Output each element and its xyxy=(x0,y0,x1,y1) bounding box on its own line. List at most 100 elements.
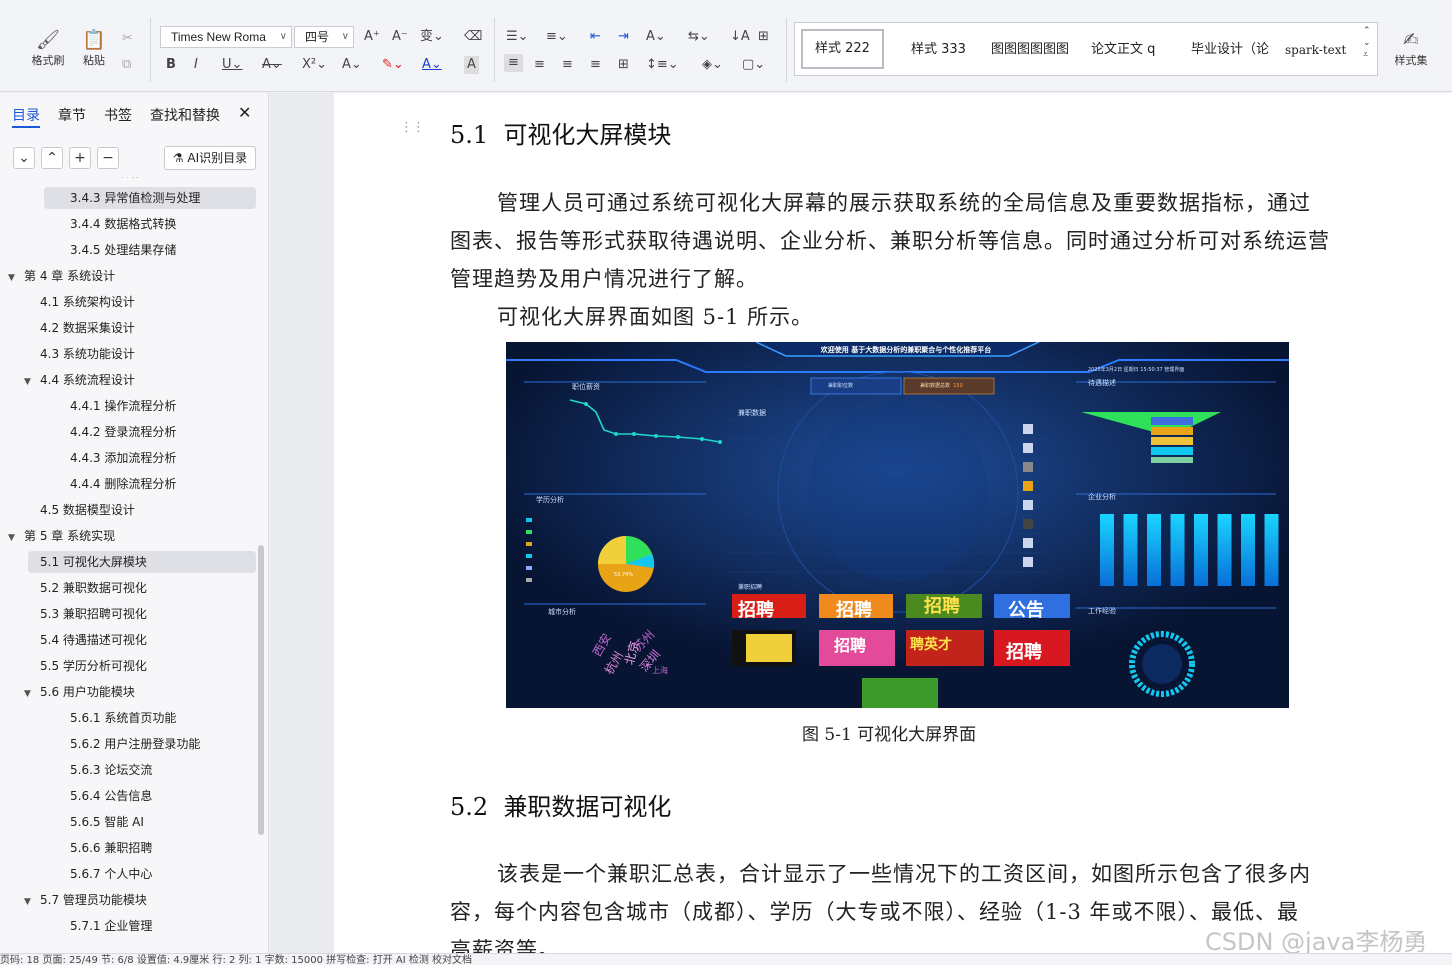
toc-item[interactable]: 5.7.1 企业管理 xyxy=(70,915,152,937)
style-gallery: 样式 222 样式 333 图图图图图图 论文正文 q 毕业设计（论 spark… xyxy=(794,22,1378,76)
toc-item[interactable]: ▼ 4.4 系统流程设计 xyxy=(24,369,135,391)
caret-down-icon[interactable]: ▼ xyxy=(24,891,36,913)
char-shading-icon[interactable]: A xyxy=(464,56,479,74)
tab-toc[interactable]: 目录 xyxy=(12,105,40,125)
panel-title-exp: 工作经验 xyxy=(1088,607,1116,615)
align-right-icon[interactable]: ≡ xyxy=(562,56,573,74)
bullet-list-icon[interactable]: ☰⌄ xyxy=(506,28,529,46)
toc-item[interactable]: 5.6.3 论坛交流 xyxy=(70,759,152,781)
shading-icon[interactable]: ◈⌄ xyxy=(702,56,723,74)
tab-bookmarks[interactable]: 书签 xyxy=(104,105,132,125)
toc-item[interactable]: 5.6.2 用户注册登录功能 xyxy=(70,733,200,755)
borders-icon[interactable]: ▢⌄ xyxy=(742,56,765,74)
copy-icon[interactable]: ⧉ xyxy=(122,56,131,74)
caret-down-icon[interactable]: ▼ xyxy=(8,527,20,549)
style-item[interactable]: 样式 333 xyxy=(911,32,966,68)
format-painter-button[interactable]: 🖌 格式刷 xyxy=(28,28,68,68)
toc-item-label: 5.7.1 企业管理 xyxy=(70,919,153,933)
style-item[interactable]: 毕业设计（论 xyxy=(1191,32,1269,68)
collapse-up-button[interactable]: ⌃ xyxy=(41,147,63,169)
style-item[interactable]: spark-text xyxy=(1285,32,1346,68)
cut-icon[interactable]: ✂ xyxy=(122,30,133,48)
toc-item[interactable]: 5.4 待遇描述可视化 xyxy=(40,629,147,651)
toc-item[interactable]: 4.2 数据采集设计 xyxy=(40,317,135,339)
panel-title-edu: 学历分析 xyxy=(536,496,564,504)
expand-down-button[interactable]: ⌄ xyxy=(13,147,35,169)
remove-heading-button[interactable]: − xyxy=(97,147,119,169)
font-name-select[interactable]: Times New Roma ∨ xyxy=(160,26,292,48)
clear-format-icon[interactable]: ⌫ xyxy=(464,28,482,46)
toc-item[interactable]: 4.1 系统架构设计 xyxy=(40,291,135,313)
font-size-select[interactable]: 四号 ∨ xyxy=(294,26,354,48)
toc-item[interactable]: 3.4.4 数据格式转换 xyxy=(70,213,176,235)
toc-item[interactable]: 5.6.6 兼职招聘 xyxy=(70,837,152,859)
toc-item[interactable]: 5.6.4 公告信息 xyxy=(70,785,152,807)
toc-item[interactable]: 4.4.4 删除流程分析 xyxy=(70,473,176,495)
ai-toc-button[interactable]: ⚗ AI识别目录 xyxy=(164,146,256,170)
text-effect-icon[interactable]: A⌄ xyxy=(342,56,362,74)
toc-item[interactable]: ▼ 5.6 用户功能模块 xyxy=(24,681,135,703)
superscript-icon[interactable]: X²⌄ xyxy=(302,56,327,74)
decrease-indent-icon[interactable]: ⇤ xyxy=(590,28,601,46)
paste-button[interactable]: 📋 粘贴 xyxy=(76,28,112,68)
highlight-color-icon[interactable]: ✎⌄ xyxy=(382,56,404,74)
toc-item[interactable]: ▼ 第 5 章 系统实现 xyxy=(8,525,115,547)
toc-item[interactable]: 4.4.2 登录流程分析 xyxy=(70,421,176,443)
style-set-label: 样式集 xyxy=(1394,54,1428,67)
toc-item[interactable]: 5.2 兼职数据可视化 xyxy=(40,577,147,599)
toc-item[interactable]: 5.6.1 系统首页功能 xyxy=(70,707,176,729)
increase-indent-icon[interactable]: ⇥ xyxy=(618,28,629,46)
toc-item[interactable]: 3.4.2 数据清洗 xyxy=(70,177,152,183)
align-center-icon[interactable]: ≡ xyxy=(534,56,545,74)
toc-item[interactable]: ▼ 5.7 管理员功能模块 xyxy=(24,889,147,911)
close-icon[interactable]: ✕ xyxy=(238,103,251,122)
caret-down-icon[interactable]: ▼ xyxy=(8,267,20,289)
phonetic-guide-icon[interactable]: 变⌄ xyxy=(420,28,444,46)
toc-item[interactable]: 3.4.3 异常值检测与处理 xyxy=(44,187,256,209)
sort-icon[interactable]: ↓A xyxy=(730,28,750,46)
recruit-card-label: 招聘 xyxy=(1006,642,1042,663)
add-heading-button[interactable]: + xyxy=(69,147,91,169)
bold-icon[interactable]: B xyxy=(166,56,176,74)
distributed-icon[interactable]: ⊞ xyxy=(618,56,629,74)
recruit-card-label: 招聘 xyxy=(834,636,867,655)
number-list-icon[interactable]: ≡⌄ xyxy=(546,28,568,46)
drag-handle-icon[interactable]: ⋮⋮ xyxy=(400,120,425,135)
justify-icon[interactable]: ≡ xyxy=(590,56,601,74)
style-set-icon: ✍ xyxy=(1403,29,1419,51)
style-item[interactable]: 论文正文 q xyxy=(1091,32,1155,68)
underline-icon[interactable]: U⌄ xyxy=(222,56,242,74)
caret-down-icon[interactable]: ▼ xyxy=(24,683,36,705)
style-item[interactable]: 图图图图图图 xyxy=(991,32,1069,68)
tab-chapters[interactable]: 章节 xyxy=(58,105,86,125)
city-wordcloud: 西安 杭州 北京 苏州 深圳 上海 xyxy=(590,628,680,688)
line-break-icon[interactable]: ⇆⌄ xyxy=(688,28,710,46)
line-spacing-icon[interactable]: ↕≡⌄ xyxy=(646,56,679,74)
text-direction-icon[interactable]: A⌄ xyxy=(646,28,666,46)
grow-font-icon[interactable]: A⁺ xyxy=(364,28,380,46)
toc-item[interactable]: 4.5 数据模型设计 xyxy=(40,499,135,521)
tab-find-replace[interactable]: 查找和替换 xyxy=(150,105,220,125)
toc-item[interactable]: 4.4.1 操作流程分析 xyxy=(70,395,176,417)
toc-item[interactable]: 5.6.7 个人中心 xyxy=(70,863,152,885)
strikethrough-icon[interactable]: A⌄ xyxy=(262,56,282,74)
font-color-icon[interactable]: A⌄ xyxy=(422,56,442,74)
toc-item[interactable]: 5.6.5 智能 AI xyxy=(70,811,144,833)
toc-item[interactable]: 5.1 可视化大屏模块 xyxy=(28,551,256,573)
show-marks-icon[interactable]: ⊞ xyxy=(758,28,769,46)
toc-item[interactable]: ▼ 第 4 章 系统设计 xyxy=(8,265,115,287)
toc-item[interactable]: 5.3 兼职招聘可视化 xyxy=(40,603,147,625)
toc-item[interactable]: 4.3 系统功能设计 xyxy=(40,343,135,365)
italic-icon[interactable]: I xyxy=(194,56,198,74)
toc-item[interactable]: 4.4.3 添加流程分析 xyxy=(70,447,176,469)
paintbrush-icon: 🖌 xyxy=(35,29,61,51)
style-item[interactable]: 样式 222 xyxy=(801,29,884,69)
caret-down-icon[interactable]: ▼ xyxy=(24,371,36,393)
align-left-icon[interactable]: ≡ xyxy=(504,54,523,72)
toc-item[interactable]: 5.5 学历分析可视化 xyxy=(40,655,147,677)
style-set-button[interactable]: ✍ 样式集 xyxy=(1386,28,1436,68)
sidebar-scrollbar[interactable] xyxy=(258,545,264,835)
toc-item[interactable]: 3.4.5 处理结果存储 xyxy=(70,239,176,261)
gallery-scroll-up-icon[interactable]: ⌃ ⌄ ⩡ xyxy=(1363,25,1371,61)
shrink-font-icon[interactable]: A⁻ xyxy=(392,28,408,46)
